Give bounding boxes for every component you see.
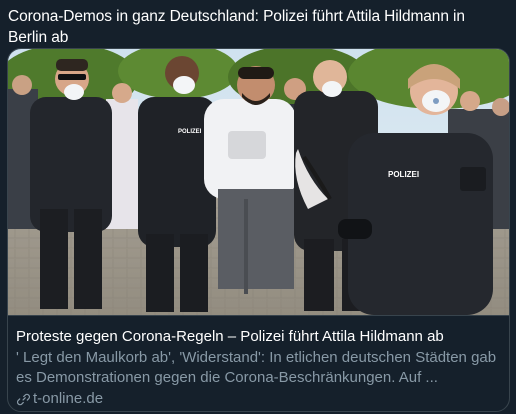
vest-label-right: POLIZEI [388,170,419,179]
tweet-text: Corona-Demos in ganz Deutschland: Polize… [8,8,465,46]
card-description: ' Legt den Maulkorb ab', 'Widerstand': I… [16,349,497,386]
link-preview-card[interactable]: POLIZEI POLIZEI Proteste gegen Corona-Re… [7,48,510,412]
svg-text:POLIZEI: POLIZEI [178,129,202,135]
card-meta[interactable]: Proteste gegen Corona-Regeln – Polizei f… [8,315,509,411]
card-domain[interactable]: t-online.de [16,390,103,408]
card-image[interactable]: POLIZEI POLIZEI [8,49,509,315]
card-domain-text: t-online.de [33,390,104,407]
card-title[interactable]: Proteste gegen Corona-Regeln – Polizei f… [16,327,504,346]
link-icon [16,393,31,405]
